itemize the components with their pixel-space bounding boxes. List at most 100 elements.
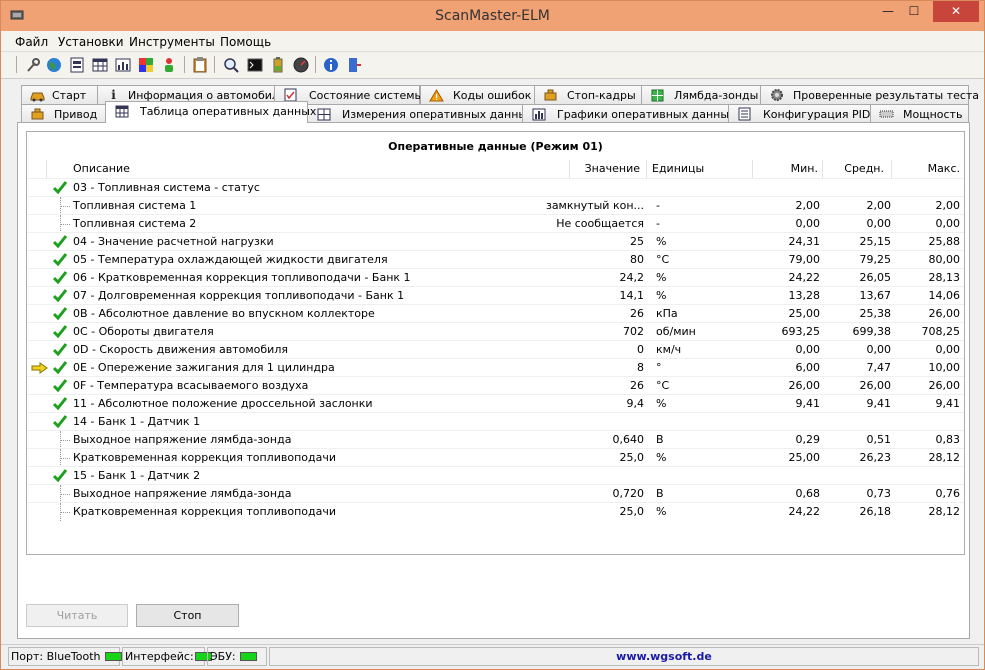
cell-max: 28,12	[928, 451, 961, 464]
table-row[interactable]: 05 - Температура охлаждающей жидкости дв…	[27, 250, 964, 268]
tab-label: Проверенные результаты теста	[793, 89, 980, 102]
grid-color-icon[interactable]	[136, 55, 155, 74]
menu-file[interactable]: Файл	[15, 35, 48, 49]
check-icon	[53, 397, 67, 410]
title-bar[interactable]: ScanMaster-ELM — ☐ ✕	[1, 1, 984, 31]
tab-drive[interactable]: Привод	[21, 104, 106, 123]
tab-power[interactable]: Мощность	[870, 104, 969, 123]
cell-description: Топливная система 2	[73, 217, 197, 230]
check-icon	[53, 415, 67, 428]
website-link[interactable]: www.wgsoft.de	[269, 647, 979, 666]
menu-settings[interactable]: Установки	[58, 35, 124, 49]
tab-start[interactable]: Старт	[21, 85, 98, 104]
header-units[interactable]: Единицы	[647, 160, 753, 178]
cell-units: -	[656, 217, 660, 230]
car-info-icon[interactable]	[67, 55, 86, 74]
cell-description: 0F - Температура всасываемого воздуха	[73, 379, 309, 392]
table-row[interactable]: 0B - Абсолютное давление во впускном кол…	[27, 304, 964, 322]
tab-error-codes[interactable]: Коды ошибок	[420, 85, 535, 104]
check-icon	[53, 271, 67, 284]
cell-max: 25,88	[928, 235, 961, 248]
tab-label: Конфигурация PID	[763, 108, 871, 121]
terminal-icon[interactable]	[245, 55, 264, 74]
check-icon	[53, 307, 67, 320]
checklist-icon	[283, 88, 298, 102]
tab-label: Привод	[54, 108, 98, 121]
tab-freeze-frames[interactable]: Стоп-кадры	[534, 85, 642, 104]
cell-description: Кратковременная коррекция топливоподачи	[73, 505, 336, 518]
cell-avg: 9,41	[866, 397, 892, 410]
cell-max: 2,00	[935, 199, 961, 212]
person-icon[interactable]	[159, 55, 178, 74]
table-row[interactable]: 0E - Опережение зажигания для 1 цилиндра…	[27, 358, 964, 376]
info-icon[interactable]	[321, 55, 340, 74]
cell-min: 26,00	[788, 379, 821, 392]
cell-min: 24,22	[788, 505, 821, 518]
table-row[interactable]: 06 - Кратковременная коррекция топливопо…	[27, 268, 964, 286]
clipboard-icon[interactable]	[190, 55, 209, 74]
stop-button[interactable]: Стоп	[136, 604, 239, 627]
cell-value: 26	[630, 307, 644, 320]
wrench-icon[interactable]	[23, 55, 42, 74]
maximize-button[interactable]: ☐	[901, 1, 927, 22]
header-value[interactable]: Значение	[570, 160, 647, 178]
tree-connector	[60, 485, 70, 503]
cell-max: 28,12	[928, 505, 961, 518]
table-row[interactable]: Топливная система 2 Не сообщается - 0,00 0,0…	[27, 214, 964, 233]
cell-units: %	[656, 271, 667, 284]
live-data-grid[interactable]: Оперативные данные (Режим 01) Описание З…	[26, 131, 965, 555]
cell-min: 9,41	[795, 397, 821, 410]
table-icon	[114, 104, 129, 118]
tab-test-results[interactable]: Проверенные результаты теста	[760, 85, 979, 104]
battery-icon[interactable]	[268, 55, 287, 74]
table-row[interactable]: 0C - Обороты двигателя 702 об/мин 693,25 699…	[27, 322, 964, 340]
exit-icon[interactable]	[344, 55, 363, 74]
table-row[interactable]: 07 - Долговременная коррекция топливопод…	[27, 286, 964, 304]
header-description[interactable]: Описание	[47, 160, 570, 178]
cell-description: 03 - Топливная система - статус	[73, 181, 260, 194]
table-row[interactable]: 15 - Банк 1 - Датчик 2	[27, 466, 964, 484]
close-button[interactable]: ✕	[933, 1, 979, 22]
cell-description: 14 - Банк 1 - Датчик 1	[73, 415, 201, 428]
tab-lambda-sensors[interactable]: Лямбда-зонды	[641, 85, 761, 104]
menu-help[interactable]: Помощь	[220, 35, 271, 49]
table-row[interactable]: 03 - Топливная система - статус	[27, 178, 964, 196]
cell-max: 28,13	[928, 271, 961, 284]
header-avg[interactable]: Средн.	[823, 160, 892, 178]
cell-avg: 699,38	[852, 325, 892, 338]
gear-icon	[769, 88, 784, 102]
read-button[interactable]: Читать	[26, 604, 128, 627]
cell-units: °	[656, 361, 662, 374]
cell-value: 24,2	[619, 271, 645, 284]
table-row[interactable]: Кратковременная коррекция топливоподачи 2…	[27, 502, 964, 521]
globe-icon[interactable]	[44, 55, 63, 74]
header-max[interactable]: Макс.	[892, 160, 964, 178]
chart-icon[interactable]	[113, 55, 132, 74]
minimize-button[interactable]: —	[875, 1, 901, 22]
table-row[interactable]: 0F - Температура всасываемого воздуха 26 °…	[27, 376, 964, 394]
menu-tools[interactable]: Инструменты	[129, 35, 215, 49]
table-row[interactable]: Выходное напряжение лямбда-зонда 0,640 В 0,…	[27, 430, 964, 449]
tab-live-data-charts[interactable]: Графики оперативных данных	[522, 104, 736, 123]
tab-live-data-measure[interactable]: Измерения оперативных данных	[307, 104, 534, 123]
ecu-led-icon	[239, 652, 257, 661]
table-row[interactable]: Топливная система 1 замкнутый кон... - 2,00…	[27, 196, 964, 215]
cell-max: 0,83	[935, 433, 961, 446]
table-row[interactable]: 14 - Банк 1 - Датчик 1	[27, 412, 964, 430]
monitor-search-icon[interactable]	[221, 55, 240, 74]
table-row[interactable]: 11 - Абсолютное положение дроссельной за…	[27, 394, 964, 412]
cell-avg: 0,73	[866, 487, 892, 500]
gauge-icon[interactable]	[291, 55, 310, 74]
header-min[interactable]: Мин.	[753, 160, 823, 178]
table-row[interactable]: 04 - Значение расчетной нагрузки 25% 24,31…	[27, 232, 964, 250]
cell-value: замкнутый кон...	[545, 199, 644, 212]
tab-live-data-table[interactable]: Таблица оперативных данных	[105, 101, 316, 123]
table-icon[interactable]	[90, 55, 109, 74]
table-row[interactable]: 0D - Скорость движения автомобиля 0 км/ч 0,…	[27, 340, 964, 358]
table-row[interactable]: Кратковременная коррекция топливоподачи 2…	[27, 448, 964, 467]
tab-pid-config[interactable]: Конфигурация PID	[728, 104, 871, 123]
cell-value: Не сообщается	[556, 217, 644, 230]
tree-connector	[60, 431, 70, 449]
table-row[interactable]: Выходное напряжение лямбда-зонда 0,720 В 0,…	[27, 484, 964, 503]
cell-description: 04 - Значение расчетной нагрузки	[73, 235, 274, 248]
